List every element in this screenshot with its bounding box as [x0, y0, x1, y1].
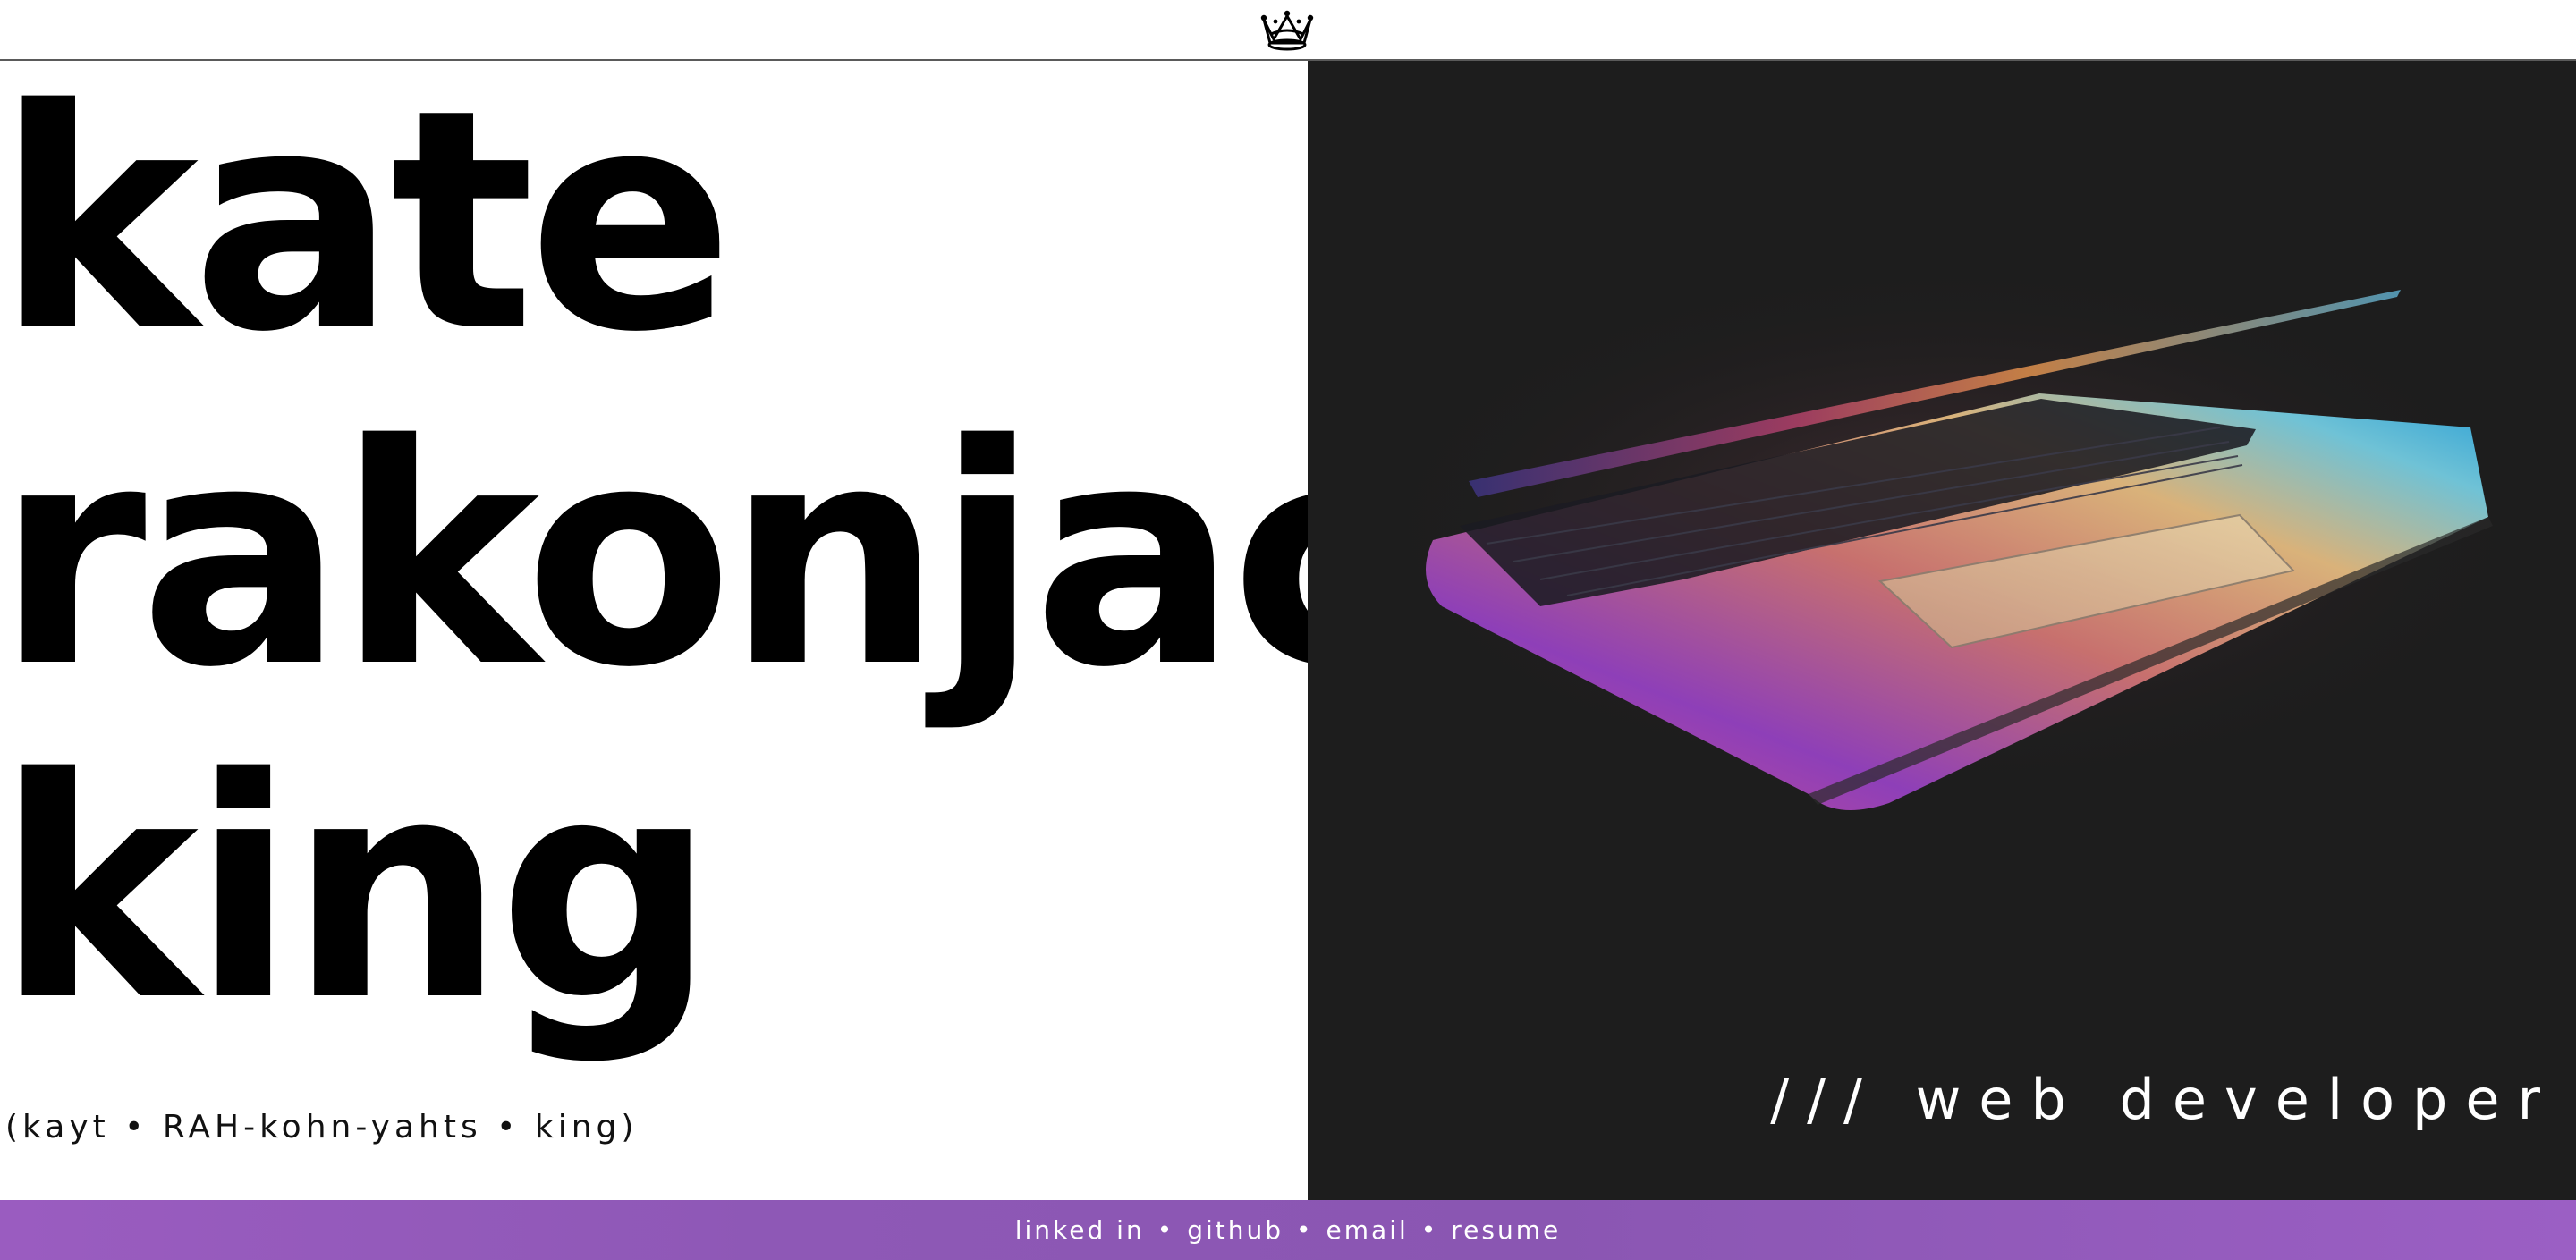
- site-header: [0, 0, 2576, 61]
- page: kate rakonjac king (kayt • RAH-kohn-yaht…: [0, 0, 2576, 1260]
- pronunciation: (kayt • RAH-kohn-yahts • king): [5, 1109, 639, 1146]
- linkedin-link[interactable]: linked in: [1015, 1215, 1145, 1245]
- name-first: kate: [0, 61, 734, 399]
- laptop-image: [1361, 258, 2542, 810]
- role-title: /// web developer: [1770, 1067, 2558, 1132]
- separator: •: [1420, 1215, 1439, 1245]
- site-footer: linked in • github • email • resume: [0, 1200, 2576, 1260]
- separator: •: [1157, 1215, 1175, 1245]
- name-middle: rakonjac: [0, 380, 1308, 734]
- hero-image-panel: /// web developer: [1308, 61, 2576, 1200]
- resume-link[interactable]: resume: [1451, 1215, 1561, 1245]
- separator: •: [1296, 1215, 1314, 1245]
- footer-links: linked in • github • email • resume: [1015, 1215, 1561, 1245]
- email-link[interactable]: email: [1326, 1215, 1409, 1245]
- github-link[interactable]: github: [1187, 1215, 1284, 1245]
- name-last: king: [0, 714, 716, 1068]
- name-panel: kate rakonjac king (kayt • RAH-kohn-yaht…: [0, 61, 1308, 1200]
- crown-icon[interactable]: [1258, 4, 1317, 52]
